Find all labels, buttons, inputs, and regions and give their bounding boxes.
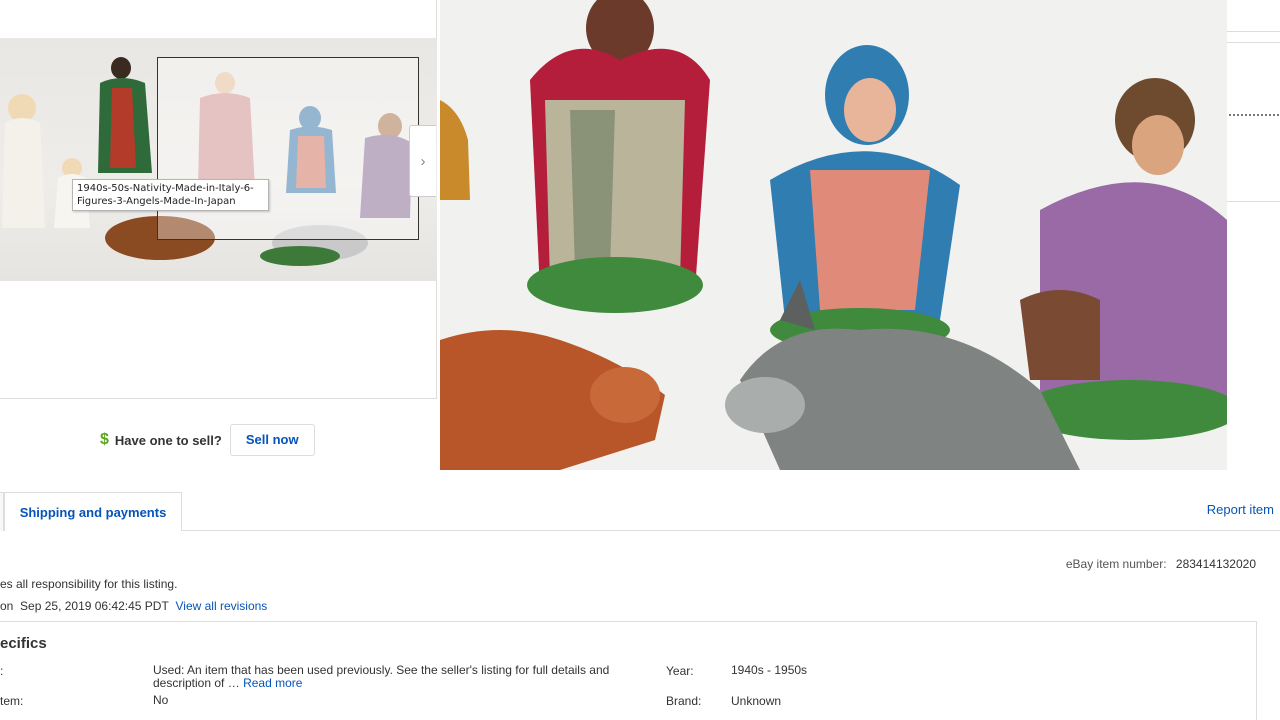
report-item-link[interactable]: Report item bbox=[1207, 502, 1274, 517]
chevron-right-icon: › bbox=[420, 153, 426, 170]
enlarged-product-image[interactable] bbox=[440, 0, 1227, 470]
right-panel-box bbox=[1227, 42, 1280, 202]
zoom-lens[interactable] bbox=[157, 57, 419, 240]
sell-question: Have one to sell? bbox=[114, 432, 222, 448]
item-number-value: 283414132020 bbox=[1175, 557, 1256, 571]
last-updated-line: on Sep 25, 2019 06:42:45 PDT View all re… bbox=[0, 599, 267, 613]
dollar-icon: $ bbox=[100, 431, 109, 448]
item-value: No bbox=[153, 693, 169, 707]
brand-label: Brand: bbox=[666, 694, 702, 708]
item-specifics-title: ecifics bbox=[0, 635, 47, 652]
right-panel-top bbox=[1227, 0, 1280, 32]
dotted-divider bbox=[1229, 114, 1279, 116]
seller-responsibility-text: es all responsibility for this listing. bbox=[0, 577, 178, 591]
nativity-figures-photo bbox=[440, 0, 1227, 470]
condition-value: Used: An item that has been used previou… bbox=[153, 664, 643, 690]
year-value: 1940s - 1950s bbox=[731, 663, 808, 677]
year-label: Year: bbox=[666, 664, 694, 678]
view-all-revisions-link[interactable]: View all revisions bbox=[175, 599, 267, 613]
item-number: eBay item number: 283414132020 bbox=[1066, 557, 1256, 571]
sell-prompt: $ Have one to sell? Sell now bbox=[100, 424, 315, 456]
description-area: eBay item number: 283414132020 es all re… bbox=[0, 531, 1280, 720]
read-more-link[interactable]: Read more bbox=[243, 676, 302, 690]
next-image-button[interactable]: › bbox=[409, 125, 436, 197]
condition-text: Used: An item that has been used previou… bbox=[153, 663, 610, 690]
updated-date: Sep 25, 2019 06:42:45 PDT bbox=[20, 599, 169, 613]
listing-tabs: Shipping and payments Report item bbox=[0, 492, 1280, 532]
tab-shipping-and-payments[interactable]: Shipping and payments bbox=[4, 492, 182, 532]
image-tooltip: 1940s-50s-Nativity-Made-in-Italy-6-Figur… bbox=[72, 179, 269, 211]
gallery-panel: 1940s-50s-Nativity-Made-in-Italy-6-Figur… bbox=[0, 0, 437, 399]
updated-prefix: on bbox=[0, 599, 14, 613]
condition-label: : bbox=[0, 664, 4, 678]
brand-value: Unknown bbox=[731, 694, 782, 708]
sell-now-button[interactable]: Sell now bbox=[229, 424, 315, 456]
item-number-label: eBay item number: bbox=[1065, 557, 1167, 571]
item-label: tem: bbox=[0, 694, 24, 708]
